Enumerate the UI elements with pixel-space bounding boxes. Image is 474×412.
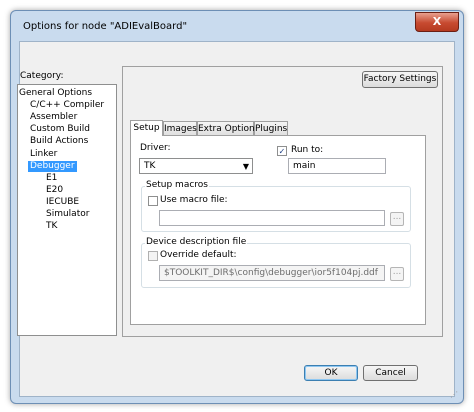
- driver-dropdown[interactable]: TK ▼: [139, 158, 253, 174]
- run-to-checkbox[interactable]: ✓: [277, 146, 287, 156]
- category-item-e1[interactable]: E1: [46, 173, 57, 184]
- category-item-tk[interactable]: TK: [46, 221, 57, 232]
- category-item-iecube[interactable]: IECUBE: [46, 197, 79, 208]
- override-default-checkbox[interactable]: [148, 251, 158, 261]
- category-item-simulator[interactable]: Simulator: [46, 209, 89, 220]
- category-label: Category:: [20, 71, 64, 81]
- run-to-label: Run to:: [291, 145, 324, 155]
- category-item-custom-build[interactable]: Custom Build: [30, 124, 90, 135]
- category-tree[interactable]: General Options C/C++ Compiler Assembler Cu…: [17, 84, 117, 336]
- macro-browse-button[interactable]: ...: [390, 212, 404, 226]
- driver-label: Driver:: [140, 143, 171, 153]
- resize-grip-icon[interactable]: ⋰: [450, 390, 458, 399]
- ddf-browse-button[interactable]: ...: [390, 267, 404, 281]
- tab-images[interactable]: Images: [163, 121, 197, 135]
- tab-extra-options[interactable]: Extra Options: [197, 121, 259, 135]
- use-macro-file-checkbox[interactable]: [148, 196, 158, 206]
- category-item-general-options[interactable]: General Options: [19, 88, 92, 99]
- override-default-label: Override default:: [160, 250, 237, 260]
- device-description-label: Device description file: [145, 237, 248, 247]
- category-item-assembler[interactable]: Assembler: [30, 112, 77, 123]
- use-macro-file-label: Use macro file:: [160, 195, 228, 205]
- run-to-input[interactable]: main: [288, 158, 386, 174]
- checkmark-icon: ✓: [278, 147, 286, 156]
- chevron-down-icon: ▼: [242, 162, 249, 171]
- category-item-linker[interactable]: Linker: [30, 149, 57, 160]
- ddf-path-input[interactable]: $TOOLKIT_DIR$\config\debugger\ior5f104pj…: [159, 265, 385, 281]
- setup-macros-label: Setup macros: [145, 180, 209, 190]
- category-item-e20[interactable]: E20: [46, 185, 63, 196]
- driver-value: TK: [144, 161, 156, 171]
- category-item-build-actions[interactable]: Build Actions: [30, 136, 88, 147]
- tab-plugins[interactable]: Plugins: [254, 121, 288, 135]
- close-icon: X: [432, 15, 442, 28]
- window-title: Options for node "ADIEvalBoard": [23, 21, 188, 32]
- category-item-c-c-compiler[interactable]: C/C++ Compiler: [30, 100, 104, 111]
- category-item-debugger[interactable]: Debugger: [28, 160, 77, 172]
- close-button[interactable]: X: [415, 12, 459, 32]
- ok-button[interactable]: OK: [304, 365, 358, 381]
- cancel-button[interactable]: Cancel: [363, 365, 418, 381]
- title-bar[interactable]: Options for node "ADIEvalBoard" X: [11, 11, 463, 41]
- tab-setup[interactable]: Setup: [130, 120, 163, 136]
- macro-file-input[interactable]: [159, 210, 385, 226]
- factory-settings-button[interactable]: Factory Settings: [362, 71, 438, 88]
